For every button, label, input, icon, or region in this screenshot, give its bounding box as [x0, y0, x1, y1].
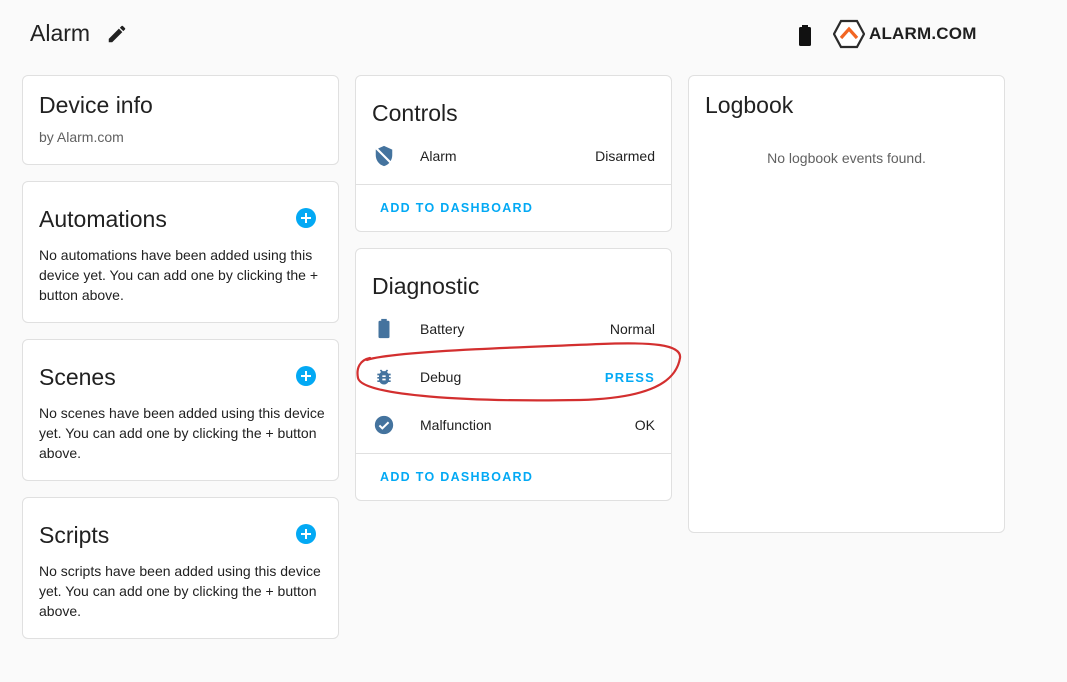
diagnostic-title: Diagnostic — [372, 273, 480, 299]
logbook-empty-text: No logbook events found. — [767, 150, 926, 166]
brand-wordmark: ALARM.COM — [869, 24, 977, 43]
add-scene-button[interactable] — [296, 366, 316, 386]
page-title: Alarm — [30, 20, 91, 46]
entity-label: Debug — [420, 369, 462, 385]
automations-card: Automations No automations have been add… — [22, 181, 339, 323]
logbook-card: Logbook No logbook events found. — [688, 75, 1005, 533]
device-info-title: Device info — [39, 92, 153, 118]
pencil-icon[interactable] — [106, 23, 128, 45]
scripts-card: Scripts No scripts have been added using… — [22, 497, 339, 639]
entity-row-alarm[interactable]: Alarm Disarmed — [356, 132, 671, 180]
controls-card: Controls Alarm Disarmed ADD TO DASHBOARD — [355, 75, 672, 232]
press-button[interactable]: PRESS — [605, 370, 655, 385]
scenes-title: Scenes — [39, 364, 116, 390]
battery-icon — [797, 24, 813, 53]
add-to-dashboard-button[interactable]: ADD TO DASHBOARD — [380, 201, 533, 215]
automations-empty-text: No automations have been added using thi… — [39, 247, 319, 303]
add-script-button[interactable] — [296, 524, 316, 544]
scenes-card: Scenes No scenes have been added using t… — [22, 339, 339, 481]
entity-label: Battery — [420, 321, 465, 337]
automations-title: Automations — [39, 206, 167, 232]
add-automation-button[interactable] — [296, 208, 316, 228]
scripts-empty-text: No scripts have been added using this de… — [39, 563, 321, 619]
device-manufacturer: by Alarm.com — [39, 129, 124, 145]
entity-label: Alarm — [420, 148, 457, 164]
brand-logo: ALARM.COM — [833, 19, 977, 49]
page-header: Alarm — [30, 20, 128, 47]
device-page: Alarm ALARM.COM Device info by Alarm.com… — [0, 0, 1067, 682]
add-to-dashboard-button[interactable]: ADD TO DASHBOARD — [380, 470, 533, 484]
shield-off-icon — [372, 144, 396, 168]
check-circle-icon — [372, 413, 396, 437]
bug-icon — [372, 365, 396, 389]
device-info-card: Device info by Alarm.com — [22, 75, 339, 165]
entity-row-malfunction[interactable]: Malfunction OK — [356, 401, 671, 449]
diagnostic-card: Diagnostic Battery Normal Debug PRESS Ma… — [355, 248, 672, 501]
entity-state: Disarmed — [595, 148, 655, 164]
divider — [356, 453, 671, 454]
entity-row-battery[interactable]: Battery Normal — [356, 305, 671, 353]
controls-title: Controls — [372, 100, 458, 126]
entity-label: Malfunction — [420, 417, 492, 433]
divider — [356, 184, 671, 185]
scripts-title: Scripts — [39, 522, 110, 548]
entity-row-debug[interactable]: Debug PRESS — [356, 353, 671, 401]
scenes-empty-text: No scenes have been added using this dev… — [39, 405, 325, 461]
entity-state: OK — [634, 417, 655, 433]
logbook-title: Logbook — [705, 92, 794, 118]
entity-state: Normal — [609, 321, 655, 337]
battery-icon — [372, 317, 396, 341]
